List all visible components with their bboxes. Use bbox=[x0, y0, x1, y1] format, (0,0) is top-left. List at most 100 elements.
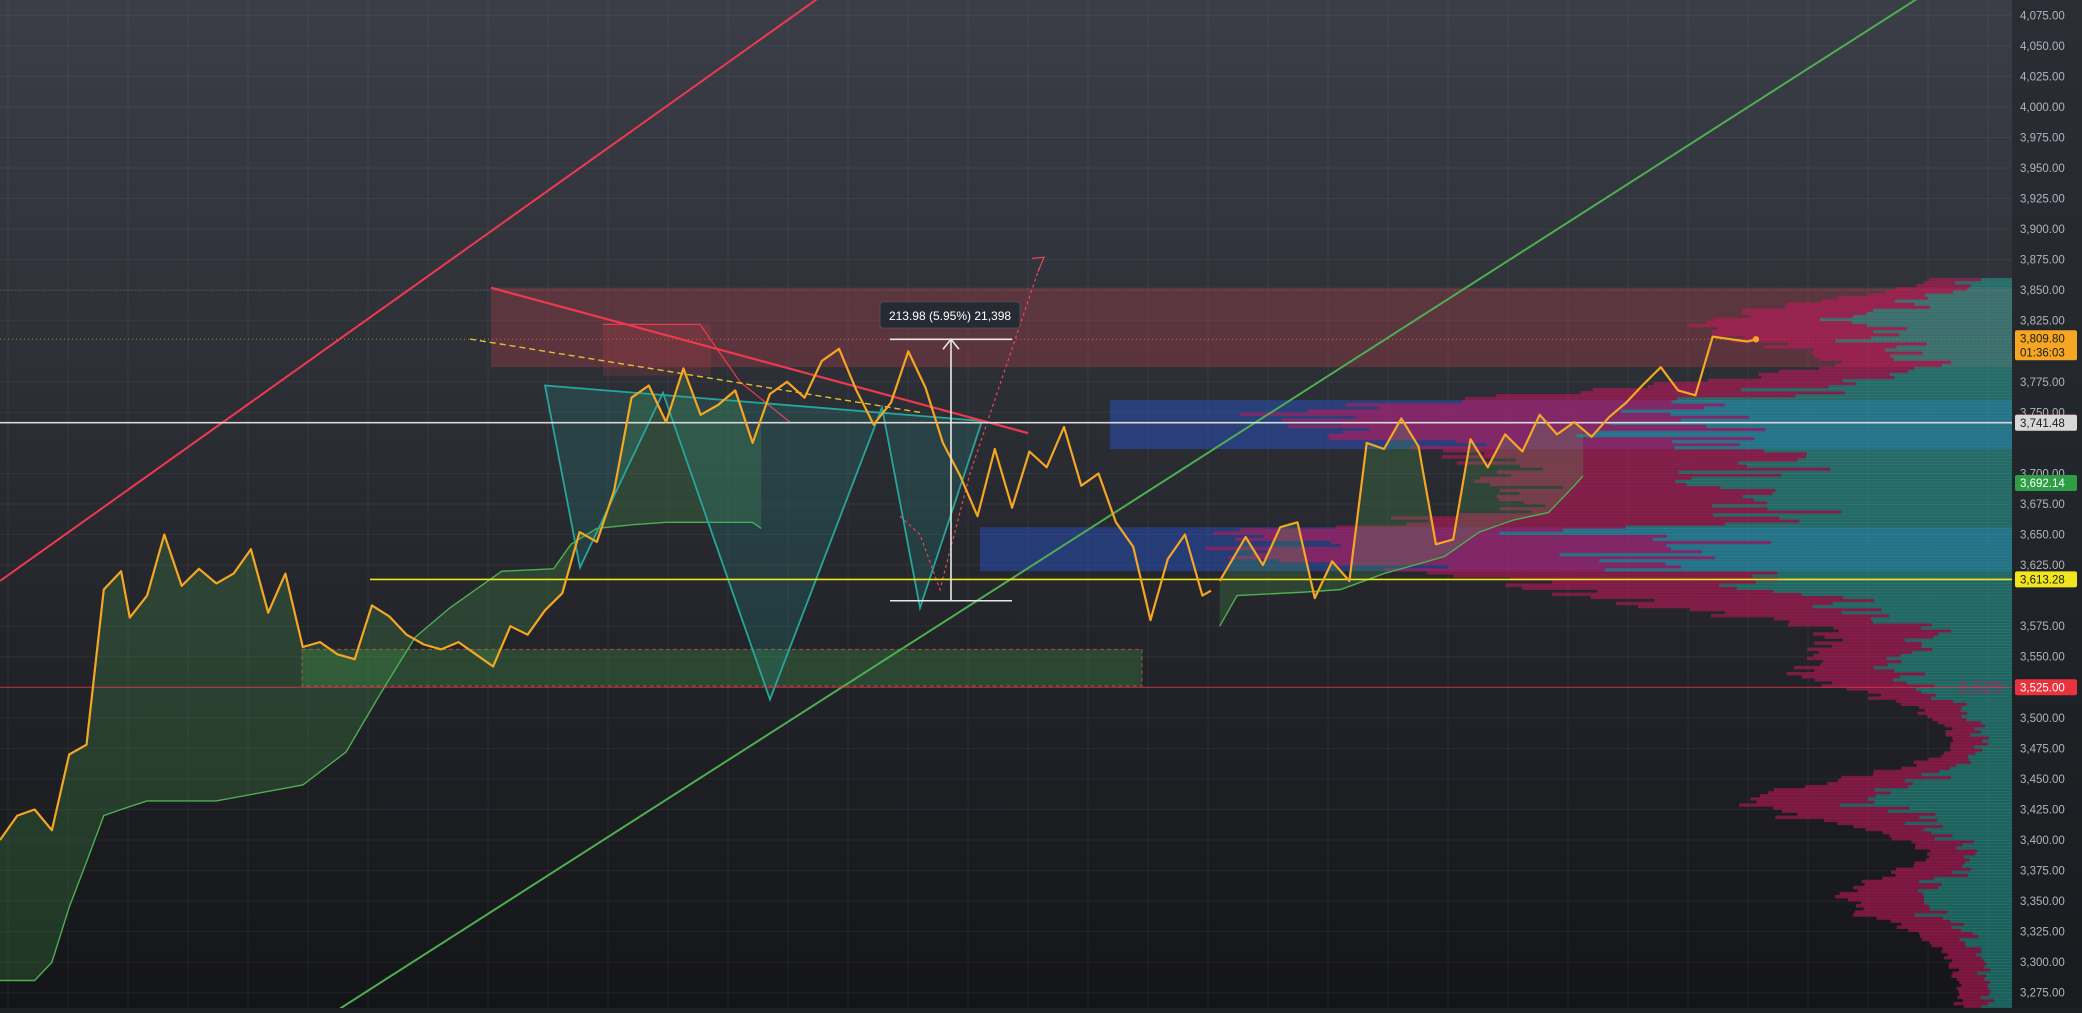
volume-profile-bar-sell bbox=[1835, 894, 1925, 899]
volume-profile-bar-sell bbox=[1864, 882, 1942, 887]
volume-profile-bar-buy bbox=[1691, 476, 2012, 480]
volume-profile-bar-sell bbox=[1712, 317, 1820, 322]
volume-profile-bar-sell bbox=[1384, 568, 1605, 572]
volume-profile-bar-sell bbox=[1950, 742, 1989, 746]
volume-profile-bar-buy bbox=[1871, 617, 2012, 621]
volume-profile-bar-buy bbox=[1935, 812, 2012, 816]
volume-profile-bar-buy bbox=[1976, 971, 2012, 975]
volume-profile-bar-buy bbox=[1990, 968, 2012, 972]
volume-profile-bar-sell bbox=[1913, 864, 1962, 868]
price-label: 3,741.48 bbox=[2015, 414, 2077, 431]
volume-profile-bar-buy bbox=[1969, 858, 2012, 862]
y-tick-label: 3,550.00 bbox=[2020, 652, 2065, 664]
volume-profile-bar-buy bbox=[1671, 400, 2012, 404]
volume-profile-bar-buy bbox=[1873, 329, 2012, 334]
volume-profile-bar-buy bbox=[1908, 785, 2012, 789]
volume-profile-bar-buy bbox=[1952, 833, 2012, 838]
volume-profile-bar-sell bbox=[1813, 632, 1939, 636]
volume-profile-bar-buy bbox=[1893, 357, 2012, 361]
volume-profile-bar-sell bbox=[1837, 778, 1906, 783]
volume-profile-bar-buy bbox=[1924, 293, 2012, 297]
volume-profile-bar-sell bbox=[1724, 610, 1842, 615]
volume-profile-bar-sell bbox=[1749, 314, 1853, 319]
volume-profile-bar-buy bbox=[1952, 699, 2012, 703]
volume-profile-bar-buy bbox=[1867, 323, 2012, 328]
volume-profile-bar-sell bbox=[1523, 500, 1768, 505]
volume-profile-bar-buy bbox=[1914, 302, 2012, 306]
volume-profile-bar-buy bbox=[1929, 305, 2012, 309]
volume-profile-bar-sell bbox=[1836, 296, 1929, 300]
volume-profile-bar-buy bbox=[1981, 949, 2012, 954]
y-tick-label: 3,925.00 bbox=[2020, 194, 2065, 206]
volume-profile-bar-sell bbox=[1707, 378, 1843, 383]
volume-profile-bar-buy bbox=[1775, 488, 2012, 493]
volume-profile-bar-sell bbox=[1778, 369, 1909, 374]
volume-profile-bar-sell bbox=[1949, 962, 1987, 966]
volume-profile-bar-buy bbox=[1933, 635, 2012, 639]
volume-profile-bar-buy bbox=[1988, 986, 2012, 991]
volume-profile-bar-buy bbox=[1797, 458, 2012, 462]
volume-profile-bar-sell bbox=[1818, 650, 1912, 655]
volume-profile-bar-buy bbox=[1919, 815, 2012, 820]
y-tick-label: 3,625.00 bbox=[2020, 560, 2065, 572]
volume-profile-bar-buy bbox=[1680, 418, 2012, 422]
volume-profile-bar-sell bbox=[1496, 394, 1796, 398]
volume-profile-bar-sell bbox=[1953, 1001, 1989, 1006]
volume-profile-bar-sell bbox=[1937, 720, 1981, 725]
volume-profile-bar-buy bbox=[1904, 638, 2012, 642]
volume-profile-bar-sell bbox=[1947, 953, 1977, 957]
volume-profile-bar-sell bbox=[1654, 598, 1875, 603]
volume-profile-bar-sell bbox=[1563, 485, 1721, 490]
volume-profile-bar-sell bbox=[1952, 971, 1977, 975]
volume-profile-bar-sell bbox=[1637, 604, 1813, 609]
y-tick-label: 4,025.00 bbox=[2020, 71, 2065, 83]
volume-profile-bar-buy bbox=[1967, 754, 2012, 758]
volume-profile-bar-sell bbox=[1821, 299, 1895, 303]
volume-profile-bar-sell bbox=[1941, 949, 1982, 954]
chart-area[interactable]: 3,525 213.98 (5.95%) 21,398 4,075.00 4,050.… bbox=[0, 0, 2082, 1010]
volume-profile-bar-buy bbox=[1842, 378, 2012, 383]
price-label-text: 3,525.00 bbox=[2020, 682, 2065, 694]
volume-profile-bar-sell bbox=[1278, 558, 1600, 563]
volume-profile-bar-buy bbox=[1720, 485, 2012, 490]
volume-profile-bar-buy bbox=[1904, 821, 2012, 826]
volume-profile-bar-sell bbox=[1761, 375, 1895, 380]
volume-profile-bar-sell bbox=[1896, 699, 1953, 703]
volume-profile-bar-sell bbox=[1827, 781, 1913, 786]
volume-profile-bar-buy bbox=[1604, 568, 2012, 572]
volume-profile-bar-buy bbox=[1670, 546, 2012, 551]
volume-profile-bar-buy bbox=[1873, 308, 2012, 312]
volume-profile-bar-sell bbox=[1442, 449, 1764, 453]
volume-profile-bar-sell bbox=[1819, 357, 1894, 361]
volume-profile-bar-sell bbox=[1919, 934, 1979, 939]
volume-profile-bar-sell bbox=[1911, 840, 1974, 844]
volume-profile-bar-sell bbox=[1932, 717, 1967, 722]
y-tick-label: 3,300.00 bbox=[2020, 957, 2065, 969]
volume-profile-bar-buy bbox=[1832, 601, 2012, 606]
volume-profile-bar-sell bbox=[1345, 403, 1725, 407]
volume-profile-bar-sell bbox=[1448, 565, 1681, 569]
volume-profile-bar-buy bbox=[1712, 513, 2012, 517]
volume-profile-bar-sell bbox=[1873, 769, 1940, 774]
volume-profile-bar-buy bbox=[1559, 552, 2012, 557]
volume-profile-bar-sell bbox=[1853, 824, 1943, 829]
volume-profile-bar-sell bbox=[1942, 946, 1981, 951]
volume-profile-bar-buy bbox=[1799, 519, 2012, 523]
volume-profile-bar-sell bbox=[1785, 305, 1930, 309]
volume-profile-bar-buy bbox=[1740, 387, 2012, 392]
volume-profile-bar-sell bbox=[1863, 907, 1930, 911]
volume-profile-bar-buy bbox=[1772, 491, 2012, 496]
volume-profile-bar-buy bbox=[1874, 800, 2012, 804]
volume-profile-bar-buy bbox=[1924, 894, 2012, 899]
volume-profile-bar-sell bbox=[1843, 638, 1905, 642]
price-label: 3,692.14 bbox=[2015, 475, 2077, 492]
volume-profile-bar-sell bbox=[1930, 849, 1978, 853]
volume-profile-bar-buy bbox=[1982, 748, 2012, 752]
price-chart[interactable]: 3,525213.98 (5.95%) 21,3984,075.004,050.… bbox=[0, 0, 2082, 1010]
y-tick-label: 3,575.00 bbox=[2020, 621, 2065, 633]
volume-profile-bar-buy bbox=[1900, 653, 2012, 658]
volume-profile-bar-buy bbox=[1947, 910, 2012, 914]
volume-profile-bar-buy bbox=[1753, 497, 2012, 502]
volume-profile-bar-sell bbox=[1531, 510, 1842, 514]
volume-profile-bar-sell bbox=[1521, 586, 1737, 590]
